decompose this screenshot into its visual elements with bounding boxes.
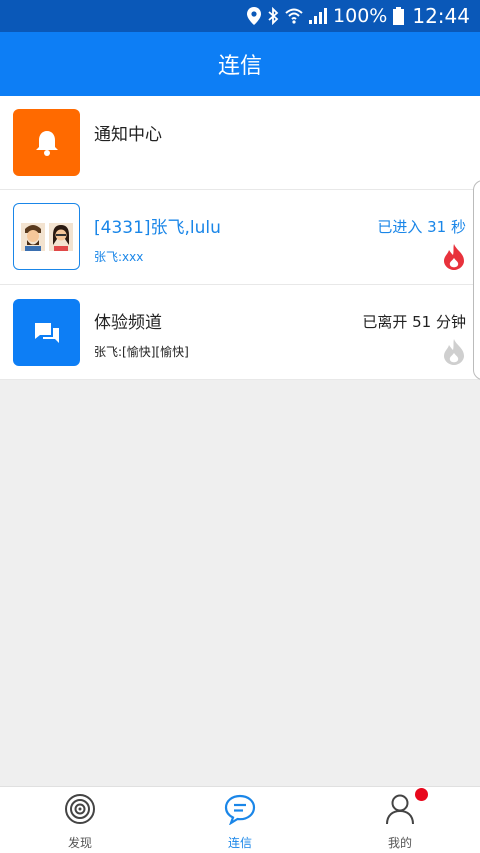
page-title: 连信 (217, 54, 262, 79)
bluetooth-icon (267, 7, 279, 25)
flame-icon (442, 339, 466, 365)
nav-label: 连信 (227, 836, 252, 850)
chat-bubble-icon (224, 793, 256, 829)
nav-discover[interactable]: 发现 (0, 787, 160, 853)
location-icon (247, 7, 262, 25)
nav-label: 我的 (387, 836, 412, 850)
conversation-group-4331[interactable]: [4331]张飞,lulu 已进入 31 秒 张飞:xxx (0, 190, 480, 285)
last-message: 张飞:xxx (94, 250, 144, 264)
group-avatar (13, 203, 80, 270)
conversation-title: 通知中心 (94, 125, 162, 145)
bottom-nav: 发现 连信 我的 (0, 786, 480, 853)
edge-panel-handle[interactable] (473, 180, 480, 380)
conversation-status: 已离开 51 分钟 (362, 313, 466, 331)
nav-lianxin[interactable]: 连信 (160, 787, 320, 853)
battery-percent: 100% (333, 5, 388, 27)
conversation-experience-channel[interactable]: 体验频道 已离开 51 分钟 张飞:[愉快][愉快] (0, 285, 480, 380)
clock: 12:44 (412, 4, 470, 28)
nav-label: 发现 (67, 836, 92, 850)
conversation-title: [4331]张飞,lulu (94, 218, 221, 238)
flame-icon (442, 244, 466, 270)
notification-badge (415, 788, 428, 801)
conversation-notification-center[interactable]: 通知中心 (0, 96, 480, 190)
status-bar: 100% 12:44 (0, 0, 480, 32)
last-message: 张飞:[愉快][愉快] (94, 345, 189, 359)
battery-icon (393, 7, 405, 25)
conversation-title: 体验频道 (94, 313, 162, 333)
signal-icon (309, 8, 328, 24)
conversation-list: 通知中心 [4331]张飞,lulu 已进入 31 秒 张飞:xxx 体验频道 … (0, 96, 480, 380)
chat-icon (13, 299, 80, 366)
bell-icon (13, 109, 80, 176)
nav-mine[interactable]: 我的 (320, 787, 480, 853)
target-icon (64, 793, 96, 829)
conversation-status: 已进入 31 秒 (377, 218, 466, 236)
wifi-icon (285, 8, 303, 24)
person-icon (384, 793, 416, 829)
app-bar: 连信 (0, 32, 480, 96)
